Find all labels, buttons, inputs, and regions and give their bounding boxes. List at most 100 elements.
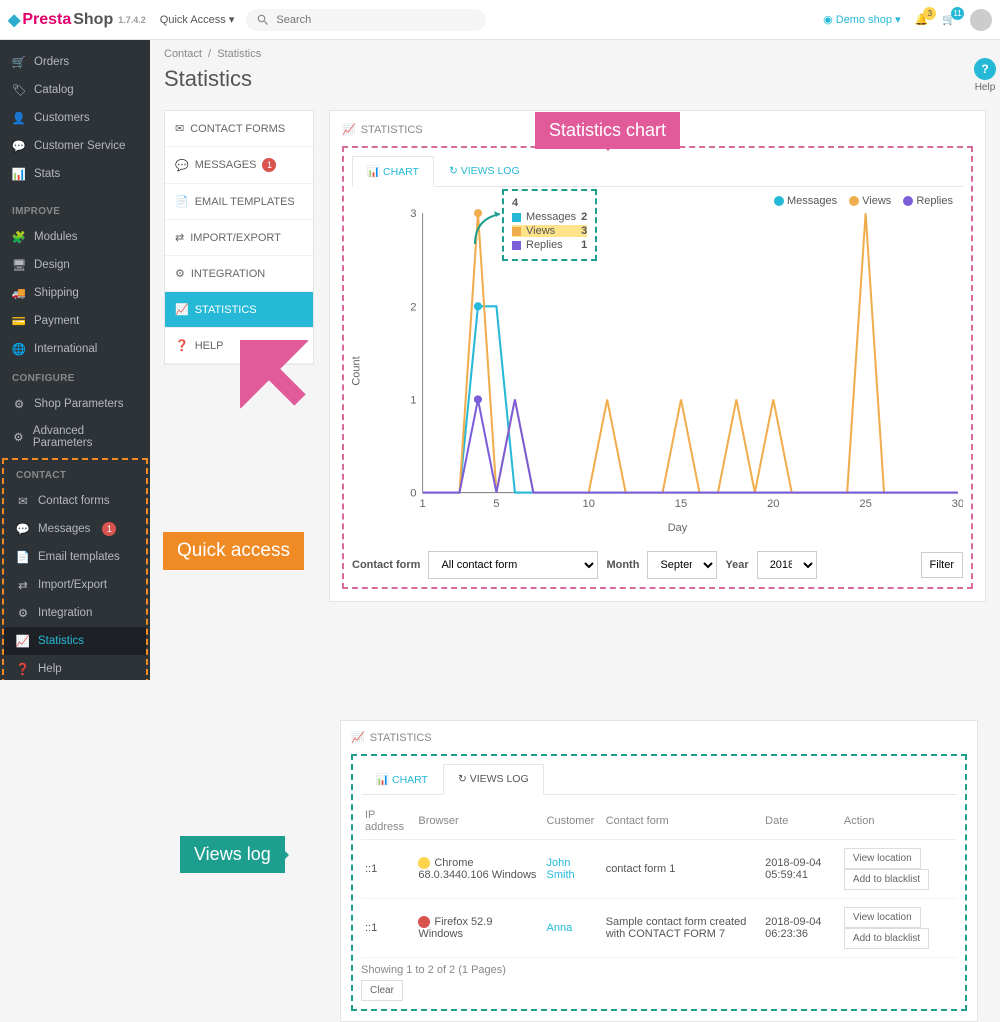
chart-line-icon: 📈 bbox=[342, 123, 356, 136]
demo-shop-link[interactable]: ◉ Demo shop ▾ bbox=[823, 13, 901, 26]
nav-item-statistics[interactable]: 📈STATISTICS bbox=[165, 292, 313, 328]
views-log-panel: 📈STATISTICS 📊 CHART ↻ VIEWS LOG IP addre… bbox=[340, 720, 978, 1022]
annotation-views-log: Views log bbox=[180, 836, 285, 873]
view-location-button[interactable]: View location bbox=[844, 907, 921, 928]
desktop-icon: 🖥 bbox=[12, 258, 26, 272]
add-blacklist-button[interactable]: Add to blacklist bbox=[844, 869, 929, 890]
year-select[interactable]: 2018 bbox=[757, 551, 817, 579]
svg-text:20: 20 bbox=[767, 498, 779, 510]
globe-icon: 🌐 bbox=[12, 342, 26, 356]
truck-icon: 🚚 bbox=[12, 286, 26, 300]
sidebar-header-configure: CONFIGURE bbox=[0, 363, 150, 390]
search-icon bbox=[256, 13, 270, 27]
chart-legend: MessagesViewsReplies bbox=[774, 195, 953, 207]
arrow-pink-icon bbox=[240, 340, 310, 410]
x-axis-label: Day bbox=[392, 522, 963, 534]
panel-tabs: 📊 CHART ↻ VIEWS LOG bbox=[352, 156, 963, 187]
nav-item-international[interactable]: 🌐International bbox=[0, 335, 150, 363]
main-sidebar: 🛒Orders🏷Catalog👤Customers💬Customer Servi… bbox=[0, 40, 150, 680]
gear-icon: ⚙ bbox=[16, 606, 30, 620]
nav-item-messages[interactable]: 💬MESSAGES1 bbox=[165, 147, 313, 184]
nav-item-help[interactable]: ❓Help bbox=[4, 655, 146, 680]
doc-icon: 📄 bbox=[16, 550, 30, 564]
nav-item-import-export[interactable]: ⇄IMPORT/EXPORT bbox=[165, 220, 313, 256]
nav-item-customer-service[interactable]: 💬Customer Service bbox=[0, 132, 150, 160]
nav-item-email-templates[interactable]: 📄Email templates bbox=[4, 543, 146, 571]
table-row: ::1Firefox 52.9 WindowsAnnaSample contac… bbox=[361, 899, 957, 958]
y-axis-label: Count bbox=[351, 356, 363, 385]
gear-icon: ⚙ bbox=[12, 397, 26, 411]
chart-icon: 📈 bbox=[16, 634, 30, 648]
puzzle-icon: 🧩 bbox=[12, 230, 26, 244]
breadcrumb: Contact / Statistics bbox=[164, 48, 986, 60]
statistics-panel: 📈 STATISTICS 📊 CHART ↻ VIEWS LOG Count M… bbox=[329, 110, 986, 602]
module-submenu: ✉CONTACT FORMS💬MESSAGES1📄EMAIL TEMPLATES… bbox=[164, 110, 314, 365]
swap-icon: ⇄ bbox=[16, 578, 30, 592]
chart-filters: Contact form All contact form Month Sept… bbox=[352, 551, 963, 579]
nav-item-email-templates[interactable]: 📄EMAIL TEMPLATES bbox=[165, 184, 313, 220]
filter-button[interactable]: Filter bbox=[921, 552, 963, 578]
doc-icon: 📄 bbox=[175, 195, 189, 208]
nav-item-customers[interactable]: 👤Customers bbox=[0, 104, 150, 132]
nav-item-advanced-parameters[interactable]: ⚙Advanced Parameters bbox=[0, 418, 150, 456]
mail-icon: ✉ bbox=[16, 494, 30, 508]
month-select[interactable]: Septemb bbox=[647, 551, 717, 579]
svg-text:3: 3 bbox=[410, 208, 416, 220]
svg-text:5: 5 bbox=[493, 498, 499, 510]
nav-item-integration[interactable]: ⚙INTEGRATION bbox=[165, 256, 313, 292]
help-icon: ❓ bbox=[16, 662, 30, 676]
nav-item-statistics[interactable]: 📈Statistics bbox=[4, 627, 146, 655]
quick-access-menu[interactable]: Quick Access ▾ bbox=[160, 13, 235, 26]
annotation-stats-chart: Statistics chart bbox=[535, 112, 680, 149]
search-box[interactable] bbox=[246, 9, 486, 31]
svg-text:1: 1 bbox=[419, 498, 425, 510]
tab-chart[interactable]: 📊 CHART bbox=[352, 156, 434, 187]
cart-icon: 🛒 bbox=[12, 55, 26, 69]
contact-form-select[interactable]: All contact form bbox=[428, 551, 598, 579]
user-icon: 👤 bbox=[12, 111, 26, 125]
table-summary: Showing 1 to 2 of 2 (1 Pages) bbox=[361, 964, 957, 976]
nav-item-catalog[interactable]: 🏷Catalog bbox=[0, 76, 150, 104]
topbar: ◆PrestaShop 1.7.4.2 Quick Access ▾ ◉ Dem… bbox=[0, 0, 1000, 40]
nav-item-messages[interactable]: 💬Messages1 bbox=[4, 515, 146, 543]
chart-icon: 📈 bbox=[175, 303, 189, 316]
stats-icon: 📊 bbox=[12, 167, 26, 181]
table-row: ::1Chrome 68.0.3440.106 WindowsJohn Smit… bbox=[361, 840, 957, 899]
nav-item-orders[interactable]: 🛒Orders bbox=[0, 48, 150, 76]
chat-icon: 💬 bbox=[12, 139, 26, 153]
nav-item-contact-forms[interactable]: ✉CONTACT FORMS bbox=[165, 111, 313, 147]
gear-icon: ⚙ bbox=[175, 267, 185, 280]
nav-item-shop-parameters[interactable]: ⚙Shop Parameters bbox=[0, 390, 150, 418]
swap-icon: ⇄ bbox=[175, 231, 184, 244]
nav-item-import-export[interactable]: ⇄Import/Export bbox=[4, 571, 146, 599]
svg-text:25: 25 bbox=[859, 498, 871, 510]
annotation-quick-access: Quick access bbox=[163, 532, 304, 570]
chart-tooltip: 4Messages2Views3Replies1 bbox=[502, 189, 597, 261]
tab-chart-2[interactable]: 📊 CHART bbox=[361, 764, 443, 795]
sidebar-header-improve: IMPROVE bbox=[0, 196, 150, 223]
cart-icon[interactable]: 🛒11 bbox=[942, 13, 956, 26]
tab-views-log-2[interactable]: ↻ VIEWS LOG bbox=[443, 764, 544, 795]
search-input[interactable] bbox=[276, 14, 476, 26]
gear-icon: ⚙ bbox=[12, 430, 25, 444]
nav-item-contact-forms[interactable]: ✉Contact forms bbox=[4, 487, 146, 515]
chart-svg: 0123151015202530 bbox=[392, 205, 963, 515]
svg-text:15: 15 bbox=[675, 498, 687, 510]
nav-item-payment[interactable]: 💳Payment bbox=[0, 307, 150, 335]
sidebar-sec-sell: 🛒Orders🏷Catalog👤Customers💬Customer Servi… bbox=[0, 40, 150, 196]
view-location-button[interactable]: View location bbox=[844, 848, 921, 869]
clear-button[interactable]: Clear bbox=[361, 980, 403, 1001]
arrow-green-icon bbox=[470, 209, 510, 249]
mail-icon: ✉ bbox=[175, 122, 184, 135]
nav-item-shipping[interactable]: 🚚Shipping bbox=[0, 279, 150, 307]
nav-item-integration[interactable]: ⚙Integration bbox=[4, 599, 146, 627]
nav-item-design[interactable]: 🖥Design bbox=[0, 251, 150, 279]
nav-item-stats[interactable]: 📊Stats bbox=[0, 160, 150, 188]
tab-views-log[interactable]: ↻ VIEWS LOG bbox=[434, 156, 535, 187]
nav-item-modules[interactable]: 🧩Modules bbox=[0, 223, 150, 251]
svg-text:2: 2 bbox=[410, 301, 416, 313]
avatar[interactable] bbox=[970, 9, 992, 31]
notifications-icon[interactable]: 🔔3 bbox=[915, 13, 929, 26]
help-icon: ❓ bbox=[175, 339, 189, 352]
add-blacklist-button[interactable]: Add to blacklist bbox=[844, 928, 929, 949]
